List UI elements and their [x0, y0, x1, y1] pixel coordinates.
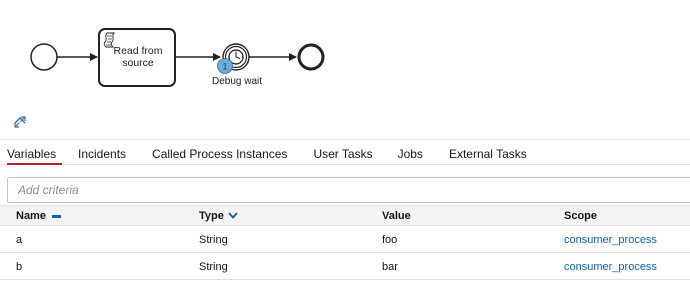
instance-count-text: 1 — [222, 62, 227, 72]
variables-table: Name Type Value Scope a String foo consu… — [0, 205, 690, 280]
tab-user-tasks[interactable]: User Tasks — [313, 140, 372, 164]
table-row[interactable]: a String foo consumer_process — [0, 226, 690, 253]
sort-none-icon[interactable] — [51, 214, 61, 218]
variable-value[interactable]: foo — [382, 234, 397, 246]
tab-bar: Variables Incidents Called Process Insta… — [0, 139, 690, 165]
tab-external-tasks[interactable]: External Tasks — [449, 140, 527, 164]
variable-scope-link[interactable]: consumer_process — [564, 261, 657, 273]
expand-icon[interactable] — [14, 116, 52, 132]
tab-jobs[interactable]: Jobs — [398, 140, 423, 164]
variable-type: String — [199, 234, 228, 246]
variable-name: b — [16, 261, 23, 273]
table-row[interactable]: b String bar consumer_process — [0, 253, 690, 280]
tab-called-process-instances[interactable]: Called Process Instances — [152, 140, 287, 164]
tab-variables[interactable]: Variables — [7, 140, 62, 165]
variable-type: String — [199, 261, 228, 273]
start-event[interactable] — [30, 43, 58, 71]
sort-descending-icon[interactable] — [228, 210, 238, 222]
variable-scope-link[interactable]: consumer_process — [564, 234, 657, 246]
end-event[interactable] — [297, 43, 325, 71]
tab-incidents[interactable]: Incidents — [78, 140, 126, 164]
column-header-type-label: Type — [199, 210, 224, 222]
task-label: Read from source — [113, 45, 163, 69]
variable-value[interactable]: bar — [382, 261, 398, 273]
column-header-name-label: Name — [16, 210, 46, 222]
column-header-scope[interactable]: Scope — [564, 210, 597, 222]
diagram-controls — [14, 116, 52, 132]
column-header-value[interactable]: Value — [382, 210, 411, 222]
bpmn-diagram: 1 Read from source Debug wait — [0, 0, 690, 138]
column-header-name[interactable]: Name — [16, 210, 61, 222]
criteria-search-input[interactable] — [7, 177, 690, 203]
variable-name: a — [16, 234, 23, 246]
column-header-type[interactable]: Type — [199, 210, 238, 222]
event-label: Debug wait — [211, 76, 263, 87]
table-header: Name Type Value Scope — [0, 205, 690, 226]
